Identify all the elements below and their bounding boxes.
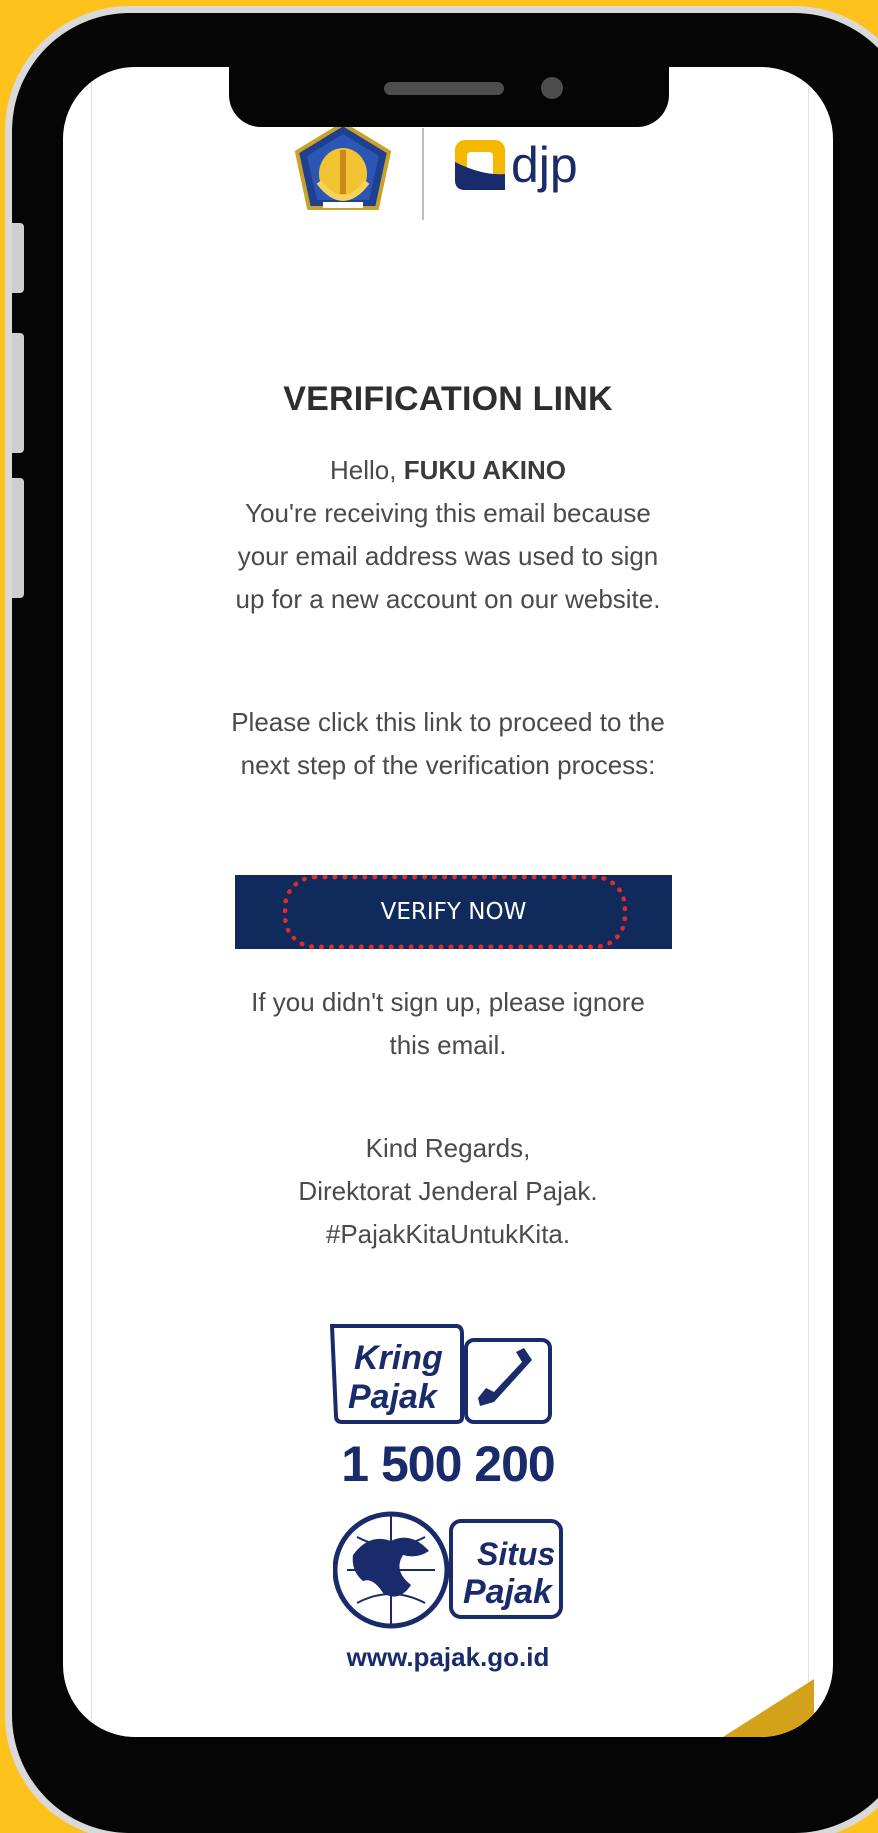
- website-url: www.pajak.go.id: [346, 1642, 550, 1672]
- greeting-paragraph: Hello, FUKU AKINO You're receiving this …: [228, 449, 668, 621]
- sender-name: Direktorat Jenderal Pajak.: [298, 1176, 598, 1206]
- svg-text:Situs: Situs: [477, 1536, 555, 1572]
- verify-now-button[interactable]: VERIFY NOW: [235, 875, 672, 949]
- phone-side-button: [12, 333, 24, 453]
- hotline-number: 1 500 200: [341, 1436, 555, 1492]
- speaker-grille: [384, 82, 504, 95]
- corner-accent-shape: [722, 1679, 814, 1737]
- svg-text:Pajak: Pajak: [348, 1378, 439, 1416]
- kemenkeu-emblem-icon: [294, 122, 392, 210]
- phone-screen: djp VERIFICATION LINK Hello, FUKU AKINO …: [63, 67, 833, 1737]
- email-title: VERIFICATION LINK: [283, 380, 613, 418]
- kring-pajak-badge: Kring Pajak: [329, 1324, 552, 1424]
- instruction-text: Please click this link to proceed to the…: [231, 707, 665, 780]
- svg-text:Kring: Kring: [354, 1339, 443, 1377]
- svg-text:djp: djp: [511, 137, 578, 193]
- phone-notch: [229, 67, 669, 127]
- situs-pajak-badge: Situs Pajak: [333, 1511, 563, 1629]
- djp-logo-icon: djp: [455, 137, 578, 193]
- logo-divider: [422, 128, 424, 220]
- ignore-note: If you didn't sign up, please ignore thi…: [251, 987, 645, 1060]
- phone-side-button: [12, 478, 24, 598]
- closing-text: Kind Regards,: [365, 1133, 531, 1163]
- hashtag-text: #PajakKitaUntukKita.: [325, 1219, 571, 1249]
- intro-text: You're receiving this email because your…: [235, 498, 661, 614]
- globe-icon: [333, 1511, 450, 1629]
- sign-off: Kind Regards, Direktorat Jenderal Pajak.…: [228, 1127, 668, 1256]
- header-logos: djp: [293, 122, 633, 222]
- svg-text:Pajak: Pajak: [463, 1573, 554, 1611]
- phone-side-button: [12, 223, 24, 293]
- recipient-name: FUKU AKINO: [403, 455, 566, 485]
- greeting-prefix: Hello,: [330, 455, 404, 485]
- camera-icon: [541, 77, 563, 99]
